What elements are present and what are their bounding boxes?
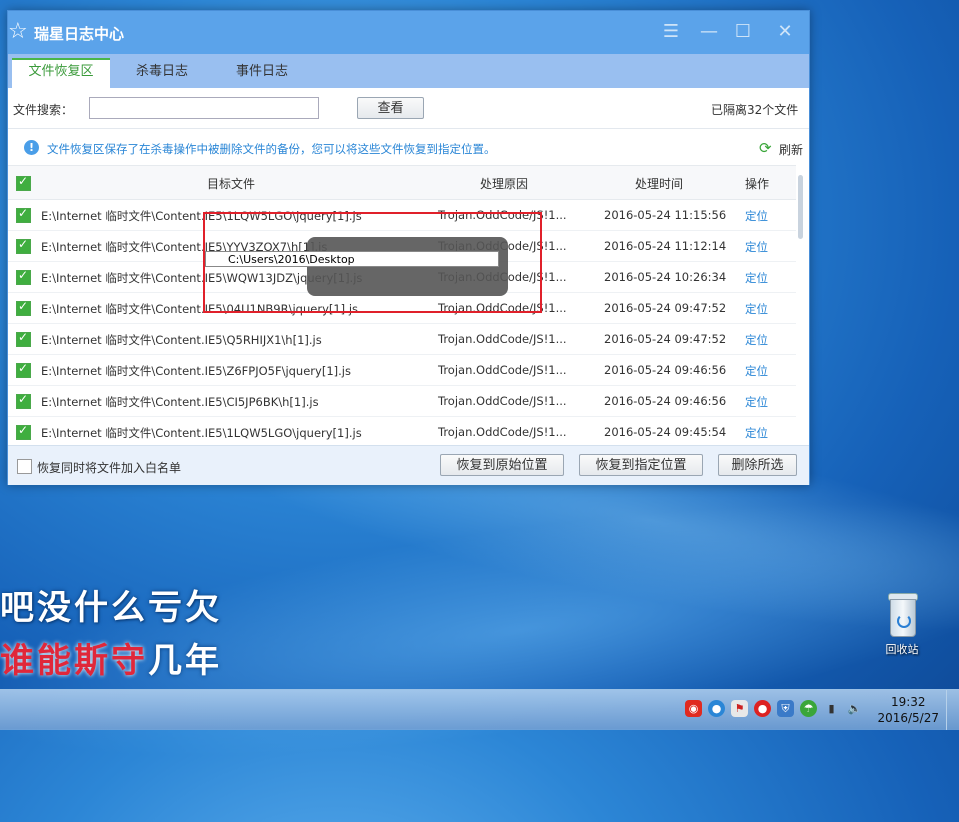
row-time: 2016-05-24 09:46:56: [604, 363, 727, 377]
recycle-bin-shortcut[interactable]: 回收站: [874, 593, 930, 657]
row-checkbox[interactable]: [16, 206, 31, 223]
row-time: 2016-05-24 09:46:56: [604, 394, 727, 408]
row-locate-link[interactable]: 定位: [745, 332, 768, 348]
table-header: 目标文件 处理原因 处理时间 操作: [8, 165, 796, 200]
tab-file-recovery[interactable]: 文件恢复区: [12, 58, 110, 90]
row-locate-link[interactable]: 定位: [745, 270, 768, 286]
column-header-target-file[interactable]: 目标文件: [207, 175, 255, 192]
antivirus-tray-icon[interactable]: ◉: [685, 700, 702, 717]
window-title: 瑞星日志中心: [34, 25, 125, 43]
row-locate-link[interactable]: 定位: [745, 394, 768, 410]
table-row[interactable]: E:\Internet 临时文件\Content.IE5\Q5RHIJX1\h[…: [8, 323, 796, 355]
refresh-icon[interactable]: ⟳: [759, 139, 772, 157]
row-locate-link[interactable]: 定位: [745, 425, 768, 441]
volume-tray-icon[interactable]: 🔈: [846, 700, 863, 717]
info-text: 文件恢复区保存了在杀毒操作中被删除文件的备份，您可以将这些文件恢复到指定位置。: [47, 142, 496, 156]
row-locate-link[interactable]: 定位: [745, 301, 768, 317]
row-locate-link[interactable]: 定位: [745, 208, 768, 224]
row-checkbox[interactable]: [16, 330, 31, 347]
title-bar[interactable]: ☆ 瑞星日志中心 ☰ — ☐ ✕: [8, 11, 809, 54]
row-checkbox[interactable]: [16, 361, 31, 378]
search-label: 文件搜索：: [13, 103, 74, 117]
table-row[interactable]: E:\Internet 临时文件\Content.IE5\1LQW5LGO\jq…: [8, 416, 796, 445]
show-desktop-button[interactable]: [946, 690, 959, 730]
shield-tray-icon[interactable]: ⛨: [777, 700, 794, 717]
annotation-highlight-box: [203, 212, 542, 313]
delete-selected-button[interactable]: 删除所选: [718, 454, 797, 476]
tab-event-log[interactable]: 事件日志: [218, 58, 306, 88]
recycle-bin-label: 回收站: [885, 643, 919, 656]
row-checkbox[interactable]: [16, 392, 31, 409]
restore-original-button[interactable]: 恢复到原始位置: [440, 454, 564, 476]
table-row[interactable]: E:\Internet 临时文件\Content.IE5\Z6FPJO5F\jq…: [8, 354, 796, 386]
minimize-icon[interactable]: —: [697, 21, 721, 43]
row-time: 2016-05-24 09:45:54: [604, 425, 727, 439]
signal-tray-icon[interactable]: ▮: [823, 700, 840, 717]
whitelist-label: 恢复同时将文件加入白名单: [37, 461, 182, 475]
row-locate-link[interactable]: 定位: [745, 363, 768, 379]
flag-alert-tray-icon[interactable]: ⚑: [731, 700, 748, 717]
column-header-reason[interactable]: 处理原因: [480, 175, 528, 192]
close-icon[interactable]: ✕: [773, 21, 797, 43]
refresh-button[interactable]: 刷新: [779, 141, 803, 158]
recycle-bin-icon: [886, 593, 918, 637]
desktop-lyric-line2: 谁能斯守几年: [0, 633, 222, 682]
table-row[interactable]: E:\Internet 临时文件\Content.IE5\CI5JP6BK\h[…: [8, 385, 796, 417]
desktop-lyric-line1: 吧没什么亏欠: [0, 588, 222, 628]
row-time: 2016-05-24 11:12:14: [604, 239, 727, 253]
row-reason: Trojan.OddCode/JS!1...: [438, 332, 567, 346]
restore-to-button[interactable]: 恢复到指定位置: [579, 454, 703, 476]
system-tray: ◉ ● ⚑ ● ⛨ ☂ ▮ 🔈: [685, 700, 863, 717]
row-checkbox[interactable]: [16, 237, 31, 254]
action-footer: 恢复同时将文件加入白名单 恢复到原始位置 恢复到指定位置 删除所选: [8, 445, 809, 485]
row-target-file: E:\Internet 临时文件\Content.IE5\Z6FPJO5F\jq…: [41, 364, 351, 378]
tab-bar: 文件恢复区 杀毒日志 事件日志: [8, 54, 809, 90]
row-time: 2016-05-24 10:26:34: [604, 270, 727, 284]
row-checkbox[interactable]: [16, 299, 31, 316]
rising-star-logo-icon: ☆: [8, 19, 28, 44]
search-input[interactable]: [89, 97, 319, 119]
row-reason: Trojan.OddCode/JS!1...: [438, 425, 567, 439]
column-header-time[interactable]: 处理时间: [635, 175, 683, 192]
column-header-action: 操作: [745, 177, 770, 191]
tab-antivirus-log[interactable]: 杀毒日志: [118, 58, 206, 88]
taskbar-clock[interactable]: 19:32 2016/5/27: [877, 694, 939, 726]
view-button[interactable]: 查看: [357, 97, 424, 119]
row-time: 2016-05-24 09:47:52: [604, 332, 727, 346]
row-checkbox[interactable]: [16, 268, 31, 285]
security-tray-icon[interactable]: ●: [754, 700, 771, 717]
row-time: 2016-05-24 09:47:52: [604, 301, 727, 315]
table-scrollbar[interactable]: [798, 175, 803, 239]
info-bar: ! 文件恢复区保存了在杀毒操作中被删除文件的备份，您可以将这些文件恢复到指定位置…: [8, 128, 809, 166]
whitelist-checkbox[interactable]: [17, 459, 32, 474]
row-reason: Trojan.OddCode/JS!1...: [438, 394, 567, 408]
taskbar: ◉ ● ⚑ ● ⛨ ☂ ▮ 🔈 19:32 2016/5/27: [0, 689, 959, 730]
clock-date: 2016/5/27: [877, 711, 939, 725]
menu-icon[interactable]: ☰: [659, 21, 683, 43]
row-locate-link[interactable]: 定位: [745, 239, 768, 255]
row-time: 2016-05-24 11:15:56: [604, 208, 727, 222]
umbrella-tray-icon[interactable]: ☂: [800, 700, 817, 717]
row-target-file: E:\Internet 临时文件\Content.IE5\1LQW5LGO\jq…: [41, 426, 362, 440]
select-all-checkbox[interactable]: [16, 174, 31, 191]
isolated-count: 已隔离32个文件: [711, 103, 799, 117]
network-monitor-tray-icon[interactable]: ●: [708, 700, 725, 717]
clock-time: 19:32: [890, 695, 926, 709]
row-reason: Trojan.OddCode/JS!1...: [438, 363, 567, 377]
maximize-icon[interactable]: ☐: [731, 21, 755, 43]
row-target-file: E:\Internet 临时文件\Content.IE5\Q5RHIJX1\h[…: [41, 333, 322, 347]
row-checkbox[interactable]: [16, 423, 31, 440]
search-row: 文件搜索： 查看 已隔离32个文件: [8, 88, 809, 128]
row-target-file: E:\Internet 临时文件\Content.IE5\CI5JP6BK\h[…: [41, 395, 319, 409]
lyric-red-text: 谁能斯守: [0, 641, 148, 681]
lyric-white-text: 几年: [148, 641, 222, 681]
info-icon: !: [24, 140, 39, 155]
